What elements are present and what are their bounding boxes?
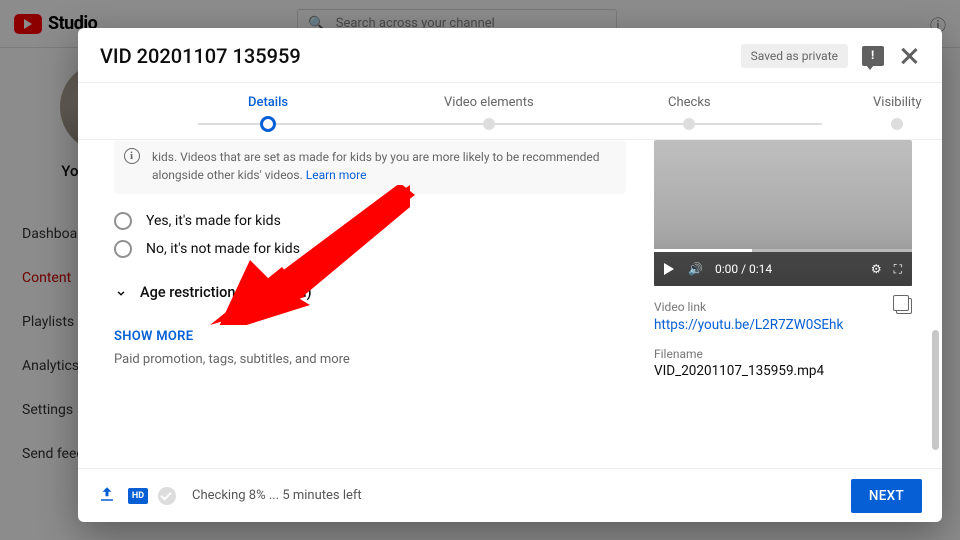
chevron-down-icon bbox=[114, 286, 128, 300]
video-preview[interactable]: 🔊 0:00 / 0:14 ⚙ ⛶ bbox=[654, 140, 912, 286]
video-controls: 🔊 0:00 / 0:14 ⚙ ⛶ bbox=[654, 252, 912, 286]
upload-dialog: VID 20201107 135959 Saved as private Det… bbox=[78, 28, 942, 522]
show-more-button[interactable]: SHOW MORE bbox=[114, 329, 626, 344]
filename-value: VID_20201107_135959.mp4 bbox=[654, 363, 912, 379]
processing-status: Checking 8% ... 5 minutes left bbox=[192, 488, 362, 503]
fullscreen-icon[interactable]: ⛶ bbox=[894, 262, 902, 277]
dialog-title: VID 20201107 135959 bbox=[100, 44, 301, 68]
close-icon[interactable] bbox=[898, 45, 920, 67]
radio-made-for-kids-no[interactable]: No, it's not made for kids bbox=[114, 240, 626, 258]
info-icon bbox=[124, 148, 140, 164]
age-restriction-toggle[interactable]: Age restriction (advanced) bbox=[114, 284, 626, 301]
video-time: 0:00 / 0:14 bbox=[715, 262, 772, 276]
step-checks[interactable]: Checks bbox=[668, 95, 711, 130]
learn-more-link[interactable]: Learn more bbox=[306, 168, 367, 182]
check-circle-icon bbox=[158, 487, 176, 505]
gear-icon[interactable]: ⚙ bbox=[871, 262, 882, 276]
dialog-footer: HD Checking 8% ... 5 minutes left NEXT bbox=[78, 468, 942, 522]
video-link-label: Video link bbox=[654, 300, 912, 314]
video-link[interactable]: https://youtu.be/L2R7ZW0SEhk bbox=[654, 317, 843, 333]
next-button[interactable]: NEXT bbox=[851, 479, 922, 513]
scrollbar[interactable] bbox=[932, 330, 939, 450]
show-more-description: Paid promotion, tags, subtitles, and mor… bbox=[114, 352, 626, 367]
step-visibility[interactable]: Visibility bbox=[873, 95, 922, 130]
hd-badge-icon: HD bbox=[128, 488, 148, 504]
feedback-icon[interactable] bbox=[862, 46, 884, 66]
radio-icon bbox=[114, 212, 132, 230]
play-icon[interactable] bbox=[664, 263, 674, 275]
save-status-badge: Saved as private bbox=[741, 44, 848, 68]
kids-info-box: kids. Videos that are set as made for ki… bbox=[114, 140, 626, 194]
copy-icon[interactable] bbox=[896, 298, 912, 314]
stepper: Details Video elements Checks Visibility bbox=[78, 82, 942, 140]
radio-icon bbox=[114, 240, 132, 258]
upload-icon bbox=[98, 485, 116, 507]
volume-icon[interactable]: 🔊 bbox=[688, 262, 703, 276]
dialog-header: VID 20201107 135959 Saved as private bbox=[78, 28, 942, 82]
radio-made-for-kids-yes[interactable]: Yes, it's made for kids bbox=[114, 212, 626, 230]
step-details[interactable]: Details bbox=[248, 95, 288, 132]
kids-info-text: kids. Videos that are set as made for ki… bbox=[152, 150, 600, 182]
step-video-elements[interactable]: Video elements bbox=[444, 95, 534, 130]
filename-label: Filename bbox=[654, 347, 912, 361]
dialog-body: kids. Videos that are set as made for ki… bbox=[78, 140, 942, 468]
